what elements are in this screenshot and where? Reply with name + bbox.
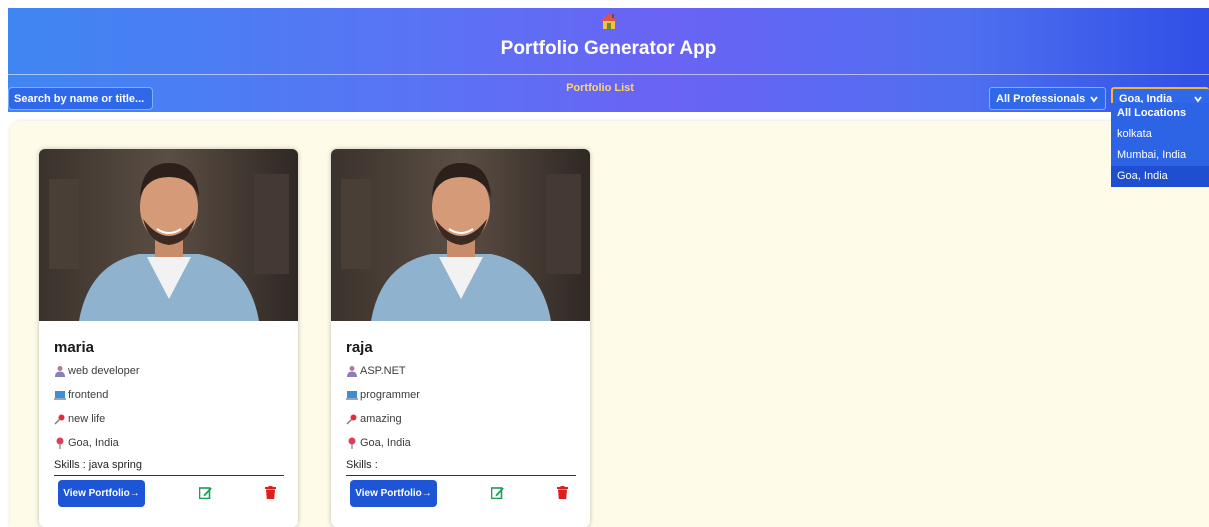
edit-icon[interactable] bbox=[199, 486, 212, 499]
dropdown-option-goa[interactable]: Goa, India bbox=[1111, 166, 1209, 187]
skills-value: java spring bbox=[88, 459, 142, 471]
profile-photo bbox=[331, 149, 590, 321]
professionals-select[interactable]: All Professionals bbox=[989, 87, 1106, 110]
edit-icon[interactable] bbox=[491, 486, 504, 499]
header-divider bbox=[8, 74, 1209, 75]
card-title: ASP.NET bbox=[360, 365, 406, 377]
card-location: Goa, India bbox=[68, 437, 119, 449]
person-icon bbox=[347, 366, 357, 377]
location-pin-icon bbox=[56, 437, 64, 449]
card-name: maria bbox=[54, 339, 95, 356]
chevron-down-icon bbox=[1194, 95, 1202, 102]
card-name: raja bbox=[346, 339, 373, 356]
card-tagline-row: new life bbox=[54, 411, 105, 427]
card-category: programmer bbox=[360, 389, 420, 401]
card-location: Goa, India bbox=[360, 437, 411, 449]
card-title-row: web developer bbox=[54, 363, 140, 379]
card-tagline: new life bbox=[68, 413, 106, 425]
skills-label: Skills : bbox=[54, 459, 86, 471]
location-dropdown: All Locations kolkata Mumbai, India Goa,… bbox=[1111, 103, 1209, 187]
card-location-row: Goa, India bbox=[54, 435, 119, 451]
pushpin-icon bbox=[346, 414, 357, 425]
profile-photo bbox=[39, 149, 298, 321]
card-title-row: ASP.NET bbox=[346, 363, 406, 379]
card-location-row: Goa, India bbox=[346, 435, 411, 451]
person-icon bbox=[55, 366, 65, 377]
portfolio-card: raja ASP.NET programmer amazing Goa, Ind… bbox=[331, 149, 590, 527]
view-portfolio-button[interactable]: View Portfolio→ bbox=[58, 480, 145, 507]
laptop-icon bbox=[54, 391, 66, 400]
card-category-row: programmer bbox=[346, 387, 420, 403]
trash-icon[interactable] bbox=[557, 486, 568, 499]
app-header: Portfolio Generator App Portfolio List A… bbox=[8, 8, 1209, 112]
dropdown-option-all-locations[interactable]: All Locations bbox=[1111, 103, 1209, 124]
dropdown-option-mumbai[interactable]: Mumbai, India bbox=[1111, 145, 1209, 166]
view-portfolio-button[interactable]: View Portfolio→ bbox=[350, 480, 437, 507]
card-tagline: amazing bbox=[360, 413, 402, 425]
card-category-row: frontend bbox=[54, 387, 108, 403]
laptop-icon bbox=[346, 391, 358, 400]
chevron-down-icon bbox=[1090, 95, 1098, 102]
portfolio-card: maria web developer frontend new life Go… bbox=[39, 149, 298, 527]
trash-icon[interactable] bbox=[265, 486, 276, 499]
pushpin-icon bbox=[54, 414, 65, 425]
location-pin-icon bbox=[348, 437, 356, 449]
app-title: Portfolio Generator App bbox=[500, 38, 717, 59]
card-title: web developer bbox=[68, 365, 140, 377]
house-icon bbox=[601, 13, 617, 29]
skills-label: Skills : bbox=[346, 459, 378, 471]
card-skills: Skills : java spring bbox=[54, 459, 284, 476]
dropdown-option-kolkata[interactable]: kolkata bbox=[1111, 124, 1209, 145]
professionals-select-value: All Professionals bbox=[996, 92, 1086, 105]
card-category: frontend bbox=[68, 389, 109, 401]
card-tagline-row: amazing bbox=[346, 411, 402, 427]
portfolio-list-link[interactable]: Portfolio List bbox=[536, 82, 664, 94]
card-skills: Skills : bbox=[346, 459, 576, 476]
search-input[interactable] bbox=[8, 87, 153, 110]
